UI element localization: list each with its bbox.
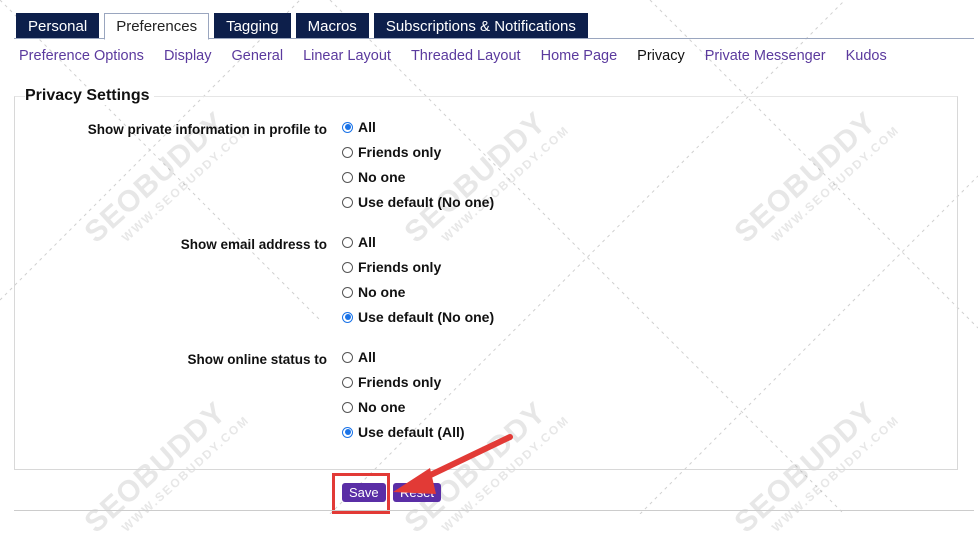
subnav-privacy[interactable]: Privacy bbox=[637, 48, 685, 64]
email-option-all[interactable]: All bbox=[342, 234, 376, 250]
tab-tagging[interactable]: Tagging bbox=[214, 13, 291, 39]
bottom-divider bbox=[14, 510, 974, 511]
email-option-friends[interactable]: Friends only bbox=[342, 259, 441, 275]
save-highlight-box bbox=[332, 473, 390, 514]
radio-button[interactable] bbox=[342, 261, 353, 273]
tab-personal[interactable]: Personal bbox=[16, 13, 100, 39]
online-option-default[interactable]: Use default (All) bbox=[342, 424, 465, 440]
online-status-label: Show online status to bbox=[187, 352, 327, 367]
radio-button[interactable] bbox=[342, 196, 353, 208]
sub-navigation: Preference Options Display General Linea… bbox=[19, 48, 907, 64]
tab-macros[interactable]: Macros bbox=[295, 13, 369, 39]
radio-button[interactable] bbox=[342, 171, 353, 183]
tab-subscriptions-notifications[interactable]: Subscriptions & Notifications bbox=[373, 13, 588, 39]
private-info-option-default[interactable]: Use default (No one) bbox=[342, 194, 494, 210]
email-option-no-one[interactable]: No one bbox=[342, 284, 405, 300]
top-tabs: Personal Preferences Tagging Macros Subs… bbox=[16, 13, 593, 40]
private-info-option-friends[interactable]: Friends only bbox=[342, 144, 441, 160]
privacy-settings-panel bbox=[14, 96, 958, 470]
subnav-private-messenger[interactable]: Private Messenger bbox=[705, 48, 826, 64]
radio-button[interactable] bbox=[342, 311, 353, 323]
panel-title: Privacy Settings bbox=[25, 87, 154, 105]
online-option-no-one[interactable]: No one bbox=[342, 399, 405, 415]
subnav-home-page[interactable]: Home Page bbox=[541, 48, 618, 64]
email-address-label: Show email address to bbox=[180, 237, 327, 252]
subnav-preference-options[interactable]: Preference Options bbox=[19, 48, 144, 64]
radio-button[interactable] bbox=[342, 236, 353, 248]
subnav-linear-layout[interactable]: Linear Layout bbox=[303, 48, 391, 64]
subnav-threaded-layout[interactable]: Threaded Layout bbox=[411, 48, 521, 64]
private-info-option-no-one[interactable]: No one bbox=[342, 169, 405, 185]
subnav-kudos[interactable]: Kudos bbox=[846, 48, 887, 64]
radio-button[interactable] bbox=[342, 286, 353, 298]
radio-button[interactable] bbox=[342, 376, 353, 388]
radio-button[interactable] bbox=[342, 426, 353, 438]
radio-button[interactable] bbox=[342, 121, 353, 133]
subnav-general[interactable]: General bbox=[231, 48, 283, 64]
subnav-display[interactable]: Display bbox=[164, 48, 212, 64]
email-option-default[interactable]: Use default (No one) bbox=[342, 309, 494, 325]
tab-preferences[interactable]: Preferences bbox=[104, 13, 210, 40]
radio-button[interactable] bbox=[342, 351, 353, 363]
radio-button[interactable] bbox=[342, 146, 353, 158]
online-option-friends[interactable]: Friends only bbox=[342, 374, 441, 390]
online-option-all[interactable]: All bbox=[342, 349, 376, 365]
reset-button[interactable]: Reset bbox=[393, 483, 441, 502]
private-info-label: Show private information in profile to bbox=[87, 122, 327, 137]
private-info-option-all[interactable]: All bbox=[342, 119, 376, 135]
radio-button[interactable] bbox=[342, 401, 353, 413]
